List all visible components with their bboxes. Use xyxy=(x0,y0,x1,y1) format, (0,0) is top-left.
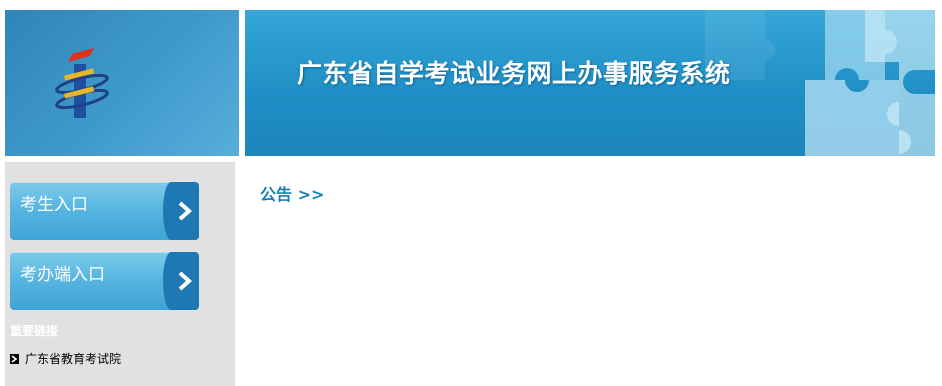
page-title: 广东省自学考试业务网上办事服务系统 xyxy=(297,59,731,88)
student-entry-button[interactable]: 考生入口 xyxy=(10,182,199,240)
chevron-right-icon xyxy=(163,252,199,310)
student-entry-label: 考生入口 xyxy=(20,195,88,215)
exam-office-entry-button[interactable]: 考办端入口 xyxy=(10,252,199,310)
notice-heading[interactable]: 公告 >> xyxy=(260,181,324,205)
bullet-arrow-icon xyxy=(10,353,19,364)
important-links-heading: 重要链接 xyxy=(10,324,59,338)
exam-logo-icon xyxy=(55,48,109,118)
link-label: 广东省教育考试院 xyxy=(25,352,122,366)
header-banner: 广东省自学考试业务网上办事服务系统 xyxy=(245,10,935,156)
sidebar: 考生入口 考办端入口 重要链接 广东省教育考试院 xyxy=(5,162,235,386)
exam-office-entry-label: 考办端入口 xyxy=(20,265,105,285)
puzzle-decoration-icon xyxy=(705,10,935,156)
link-guangdong-exam-institute[interactable]: 广东省教育考试院 xyxy=(10,350,121,367)
logo-panel xyxy=(5,10,239,156)
chevron-right-icon xyxy=(163,182,199,240)
